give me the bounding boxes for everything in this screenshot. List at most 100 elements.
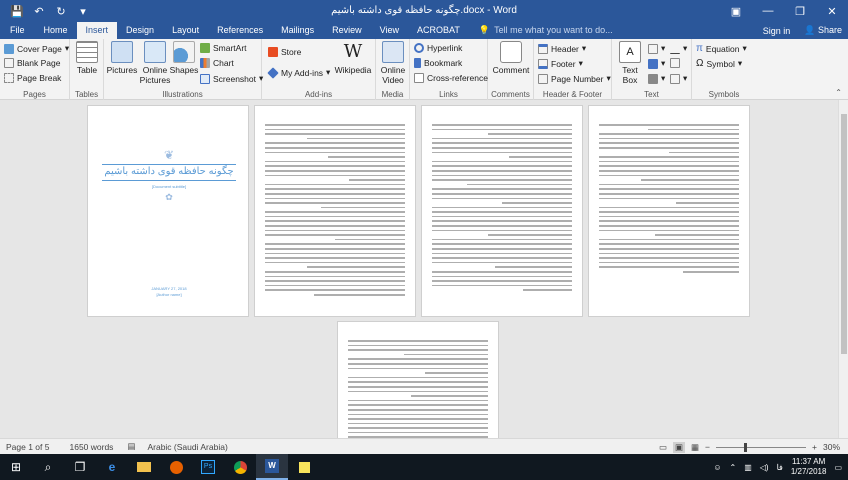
status-bar: Page 1 of 5 1650 words ▤ Arabic (Saudi A… — [0, 438, 848, 454]
tab-acrobat[interactable]: ACROBAT — [408, 22, 469, 39]
tell-me-box[interactable]: 💡 Tell me what you want to do... — [469, 22, 613, 39]
minimize-icon[interactable]: — — [752, 0, 784, 22]
tab-file[interactable]: File — [0, 22, 35, 39]
group-addins: Store My Add-ins ▾ W Wikipedia Add-ins — [262, 39, 376, 100]
drop-cap-button[interactable]: ▾ — [648, 73, 665, 84]
footer-button[interactable]: Footer ▾ — [538, 58, 583, 69]
chart-button[interactable]: Chart — [200, 58, 234, 68]
search-icon[interactable]: ⌕ — [32, 454, 64, 480]
photoshop-icon[interactable]: Ps — [192, 454, 224, 480]
customize-qat-icon[interactable]: ▾ — [72, 0, 94, 22]
redo-icon[interactable]: ↻ — [50, 0, 72, 22]
comment-button[interactable]: Comment — [490, 41, 532, 75]
firefox-icon[interactable] — [160, 454, 192, 480]
dropdown-arrow-icon: ▾ — [578, 58, 583, 68]
bookmark-button[interactable]: Bookmark — [414, 58, 462, 68]
network-icon[interactable]: ▥ — [744, 463, 752, 472]
collapse-ribbon-icon[interactable]: ⌃ — [835, 88, 842, 97]
task-view-icon[interactable]: ❐ — [64, 454, 96, 480]
share-button[interactable]: 👤 Share — [804, 25, 842, 36]
language-status[interactable]: Arabic (Saudi Arabia) — [147, 442, 227, 452]
web-layout-icon[interactable]: ▦ — [691, 442, 699, 453]
zoom-slider-knob[interactable] — [744, 442, 748, 452]
page-break-button[interactable]: Page Break — [4, 73, 61, 83]
tab-home[interactable]: Home — [35, 22, 77, 39]
page-number-button[interactable]: Page Number ▾ — [538, 73, 611, 84]
page-count-status[interactable]: Page 1 of 5 — [6, 442, 49, 452]
shapes-button[interactable]: Shapes — [170, 41, 198, 75]
save-icon[interactable]: 💾 — [6, 0, 28, 22]
tab-layout[interactable]: Layout — [163, 22, 208, 39]
store-icon — [268, 47, 278, 57]
wikipedia-button[interactable]: W Wikipedia — [334, 41, 372, 75]
table-button[interactable]: Table — [74, 41, 100, 75]
online-pictures-button[interactable]: Online Pictures — [140, 41, 170, 85]
online-video-label: Online Video — [380, 65, 406, 85]
proofing-icon[interactable]: ▤ — [127, 441, 135, 452]
pictures-button[interactable]: Pictures — [106, 41, 138, 75]
text-box-button[interactable]: A Text Box — [616, 41, 644, 85]
group-media: Online Video Media — [376, 39, 410, 100]
word-taskbar-icon[interactable]: W — [256, 454, 288, 480]
zoom-out-button[interactable]: − — [705, 442, 710, 452]
object-button[interactable]: ▾ — [670, 73, 687, 84]
print-layout-icon[interactable]: ▣ — [672, 441, 686, 453]
file-explorer-icon[interactable] — [128, 454, 160, 480]
store-button[interactable]: Store — [268, 47, 301, 57]
undo-icon[interactable]: ↶ — [28, 0, 50, 22]
header-button[interactable]: Header ▾ — [538, 43, 586, 54]
cover-page-button[interactable]: Cover Page ▾ — [4, 43, 69, 54]
my-addins-button[interactable]: My Add-ins ▾ — [267, 66, 330, 79]
document-area[interactable]: ❦ چگونه حافظه قوی داشته باشیم [Document … — [0, 100, 838, 448]
wordart-button[interactable]: ▾ — [648, 58, 665, 69]
system-tray: ☺ ⌃ ▥ ◁) فا 11:37 AM 1/27/2018 ▭ — [713, 454, 842, 480]
date-time-button[interactable] — [670, 58, 680, 68]
tab-view[interactable]: View — [371, 22, 408, 39]
table-icon — [76, 41, 98, 63]
clock[interactable]: 11:37 AM 1/27/2018 — [791, 457, 827, 477]
page-thumbnail-2[interactable] — [254, 105, 416, 317]
read-mode-icon[interactable]: ▭ — [659, 442, 667, 453]
tab-mailings[interactable]: Mailings — [272, 22, 323, 39]
symbol-button[interactable]: Ω Symbol ▾ — [696, 58, 742, 69]
quick-parts-button[interactable]: ▾ — [648, 43, 665, 54]
screenshot-button[interactable]: Screenshot ▾ — [200, 73, 263, 84]
scrollbar-thumb[interactable] — [841, 114, 847, 354]
tab-review[interactable]: Review — [323, 22, 371, 39]
smartart-button[interactable]: SmartArt — [200, 43, 247, 53]
equation-button[interactable]: π Equation ▾ — [696, 43, 747, 54]
tab-insert[interactable]: Insert — [76, 22, 118, 39]
word-count-status[interactable]: 1650 words — [69, 442, 113, 452]
ribbon-display-options-icon[interactable]: ▣ — [720, 0, 752, 22]
people-icon[interactable]: ☺ — [713, 463, 721, 472]
volume-icon[interactable]: ◁) — [760, 463, 769, 472]
page-thumbnail-3[interactable] — [421, 105, 583, 317]
sign-in-link[interactable]: Sign in — [763, 26, 791, 36]
sticky-notes-icon[interactable] — [288, 454, 320, 480]
cover-title: چگونه حافظه قوی داشته باشیم — [104, 166, 234, 177]
chevron-up-icon[interactable]: ⌃ — [729, 463, 736, 472]
zoom-level[interactable]: 30% — [823, 442, 840, 452]
page-thumbnail-4[interactable] — [588, 105, 750, 317]
zoom-in-button[interactable]: + — [812, 442, 817, 452]
signature-line-button[interactable]: ▾ — [670, 43, 687, 54]
page-thumbnail-5[interactable] — [337, 321, 499, 448]
tab-design[interactable]: Design — [117, 22, 163, 39]
pi-icon: π — [696, 43, 703, 54]
dropdown-arrow-icon: ▾ — [661, 58, 666, 68]
online-video-button[interactable]: Online Video — [378, 41, 408, 85]
edge-icon[interactable]: e — [96, 454, 128, 480]
tab-references[interactable]: References — [208, 22, 272, 39]
maximize-icon[interactable]: ❐ — [784, 0, 816, 22]
vertical-scrollbar[interactable] — [838, 100, 848, 438]
input-language[interactable]: فا — [777, 463, 783, 472]
start-button[interactable]: ⊞ — [0, 454, 32, 480]
cross-reference-button[interactable]: Cross-reference — [414, 73, 488, 83]
hyperlink-button[interactable]: Hyperlink — [414, 43, 462, 53]
chrome-icon[interactable] — [224, 454, 256, 480]
close-icon[interactable]: ✕ — [816, 0, 848, 22]
blank-page-button[interactable]: Blank Page — [4, 58, 60, 68]
action-center-icon[interactable]: ▭ — [834, 463, 842, 472]
page-thumbnail-1[interactable]: ❦ چگونه حافظه قوی داشته باشیم [Document … — [87, 105, 249, 317]
zoom-slider[interactable] — [716, 442, 807, 452]
